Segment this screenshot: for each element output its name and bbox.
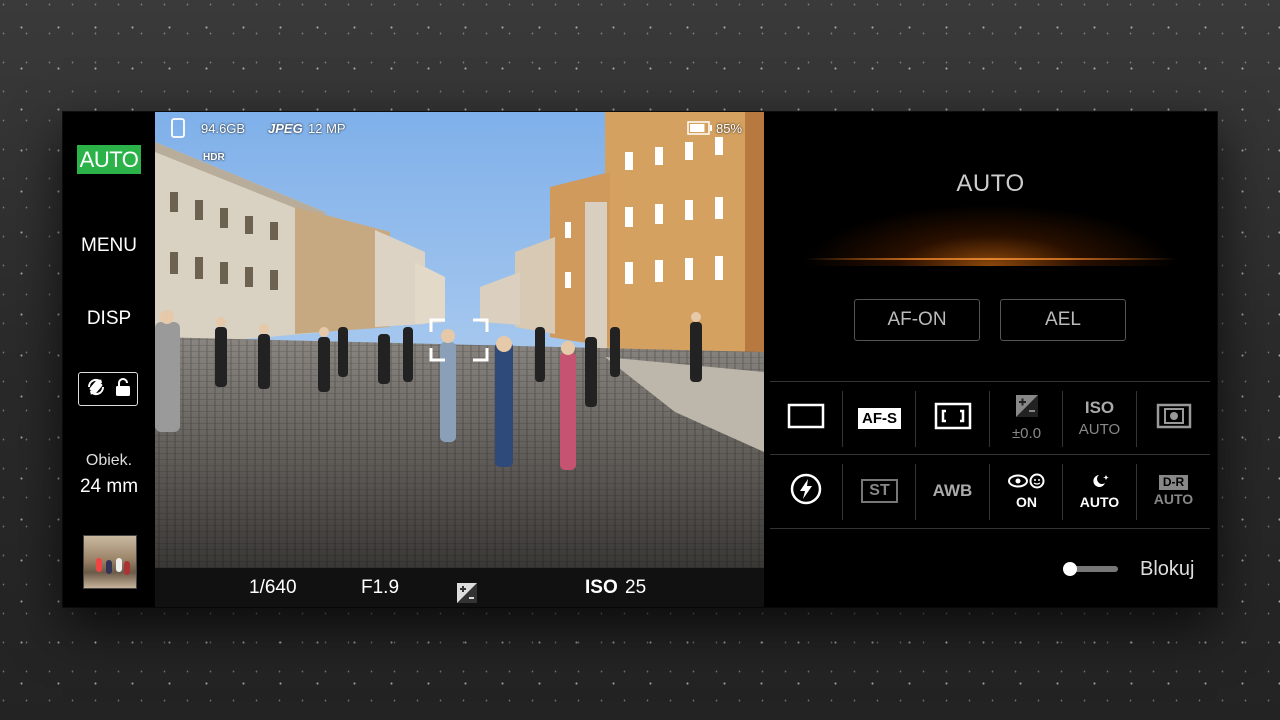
camera-app: AUTO MENU DISP Obiek. 24 mm 94.6GB JPEG … (63, 112, 1217, 607)
focus-area-icon (934, 402, 972, 435)
drive-mode-button[interactable] (769, 382, 842, 454)
exposure-comp-small-icon (457, 578, 477, 603)
night-mode-button[interactable]: AUTO (1063, 455, 1136, 527)
night-mode-state: AUTO (1079, 493, 1120, 510)
exposure-info-bar: 1/640 F1.9 ISO 25 (155, 568, 764, 607)
dro-state: AUTO (1153, 491, 1194, 507)
shooting-mode-title: AUTO (956, 170, 1025, 197)
face-eye-icon (1007, 473, 1047, 494)
iso-value: 25 (625, 577, 647, 598)
single-frame-icon (787, 403, 825, 434)
left-toolbar: AUTO MENU DISP Obiek. 24 mm (63, 112, 155, 607)
iso-label: ISO (585, 577, 618, 598)
lock-label: Blokuj (1140, 558, 1195, 580)
divider (770, 528, 1210, 529)
focus-area-button[interactable] (916, 382, 989, 454)
face-eye-af-button[interactable]: ON (990, 455, 1063, 527)
dro-button[interactable]: D-R AUTO (1137, 455, 1210, 527)
metering-icon (1156, 403, 1192, 434)
rotate-icon (85, 376, 107, 403)
night-moon-icon (1089, 473, 1111, 494)
gallery-thumbnail[interactable] (83, 535, 137, 589)
battery-icon (687, 121, 713, 138)
mode-glow-line (804, 258, 1177, 260)
viewfinder[interactable]: 94.6GB JPEG 12 MP HDR 85% (155, 112, 764, 568)
flash-button[interactable] (769, 455, 842, 527)
aperture: F1.9 (361, 577, 400, 598)
lock-toggle-knob[interactable] (1063, 562, 1077, 576)
lens-focal-length[interactable]: 24 mm (63, 476, 155, 498)
af-on-button[interactable]: AF-ON (854, 299, 980, 341)
face-eye-state: ON (1016, 493, 1037, 510)
menu-button[interactable]: MENU (63, 235, 155, 257)
dro-icon: D-R (1158, 475, 1189, 490)
exposure-comp-value: ±0.0 (1011, 424, 1042, 442)
iso-setting-label: ISO (1084, 398, 1115, 417)
battery-percent: 85% (716, 121, 743, 136)
settings-panel: AUTO AF-ON AEL AF-S ±0.0 ISO AUTO ST AWB… (764, 112, 1217, 607)
lens-label: Obiek. (85, 452, 133, 469)
mode-glow (804, 204, 1177, 266)
iso-button[interactable]: ISO AUTO (1063, 382, 1136, 454)
creative-style-icon: ST (861, 479, 898, 503)
disp-button[interactable]: DISP (63, 308, 155, 330)
shutter-speed: 1/640 (249, 577, 297, 598)
unlock-icon (115, 377, 131, 402)
file-format: JPEG (268, 121, 303, 136)
focus-frame-icon[interactable] (429, 318, 489, 362)
rotation-lock-button[interactable] (78, 372, 138, 406)
image-resolution: 12 MP (308, 121, 346, 136)
hdr-indicator: HDR (203, 152, 225, 163)
focus-mode-button[interactable]: AF-S (843, 382, 916, 454)
storage-remaining: 94.6GB (201, 121, 246, 136)
exposure-comp-button[interactable]: ±0.0 (990, 382, 1063, 454)
metering-button[interactable] (1137, 382, 1210, 454)
iso-setting-value: AUTO (1078, 421, 1121, 438)
ael-button[interactable]: AEL (1000, 299, 1126, 341)
creative-style-button[interactable]: ST (843, 455, 916, 527)
white-balance-label: AWB (932, 481, 973, 500)
mode-auto-button[interactable]: AUTO (77, 145, 141, 174)
flash-icon (790, 473, 822, 510)
af-s-icon: AF-S (858, 407, 901, 429)
phone-storage-icon (171, 118, 185, 141)
white-balance-button[interactable]: AWB (916, 455, 989, 527)
exposure-comp-icon (1015, 394, 1038, 422)
